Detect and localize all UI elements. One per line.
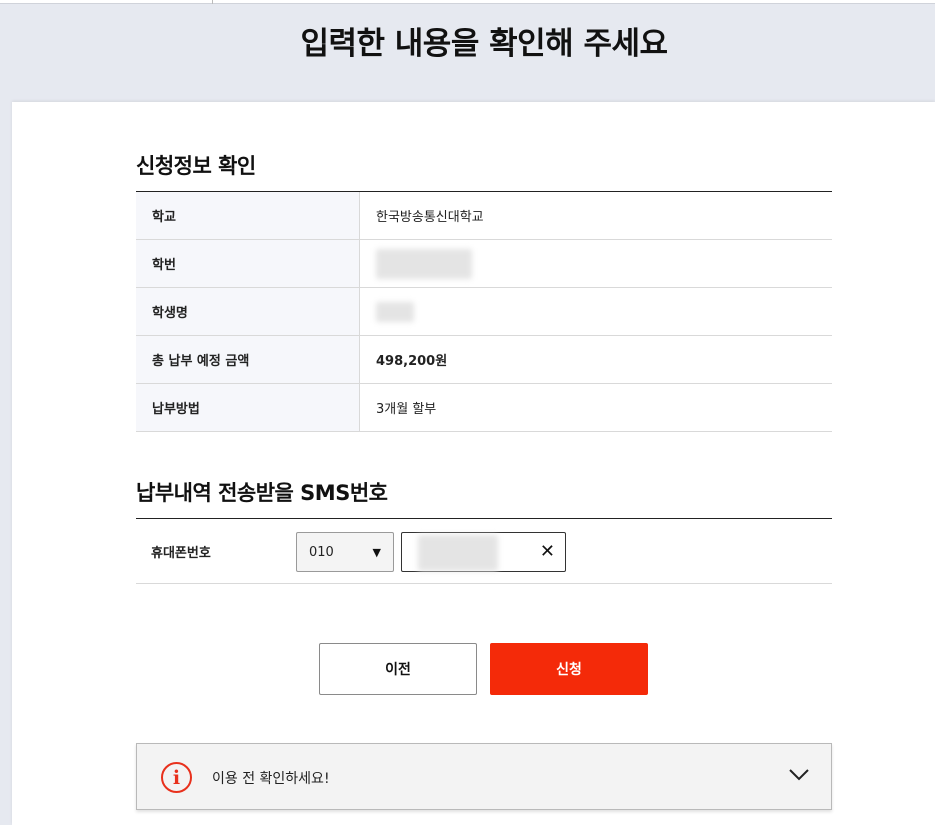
table-row-payment-method: 납부방법 3개월 할부 <box>136 384 832 432</box>
chevron-down-icon <box>789 769 809 781</box>
phone-label: 휴대폰번호 <box>151 546 211 561</box>
prev-button[interactable]: 이전 <box>319 643 477 695</box>
caret-down-icon: ▼ <box>372 545 381 559</box>
row-label: 학번 <box>136 240 360 287</box>
table-row-school: 학교 한국방송통신대학교 <box>136 192 832 240</box>
student-name-value <box>360 288 832 335</box>
row-label: 학교 <box>136 192 360 239</box>
sms-section-title: 납부내역 전송받을 SMS번호 <box>136 481 388 505</box>
payment-method-value: 3개월 할부 <box>376 402 437 417</box>
row-label: 납부방법 <box>136 384 360 431</box>
top-strip <box>0 0 935 4</box>
table-row-total-amount: 총 납부 예정 금액 498,200원 <box>136 336 832 384</box>
row-label: 학생명 <box>136 288 360 335</box>
phone-prefix-value: 010 <box>309 544 334 560</box>
application-info-table: 학교 한국방송통신대학교 학번 학생명 총 납부 예정 금액 498,200원 … <box>136 191 832 432</box>
apply-button[interactable]: 신청 <box>490 643 648 695</box>
notice-accordion[interactable]: i 이용 전 확인하세요! <box>136 743 832 810</box>
table-row-student-id: 학번 <box>136 240 832 288</box>
table-row-student-name: 학생명 <box>136 288 832 336</box>
phone-prefix-select[interactable]: 010 ▼ <box>296 532 394 572</box>
redacted-student-name <box>376 301 414 322</box>
notice-text: 이용 전 확인하세요! <box>212 771 330 787</box>
info-icon: i <box>161 762 192 793</box>
page-title: 입력한 내용을 확인해 주세요 <box>300 26 668 62</box>
close-icon[interactable]: ✕ <box>540 542 555 562</box>
sms-phone-row: 휴대폰번호 010 ▼ ✕ <box>136 518 832 584</box>
redacted-student-id <box>376 248 472 279</box>
total-amount-value: 498,200원 <box>376 354 448 369</box>
phone-number-input[interactable] <box>402 533 532 571</box>
row-label: 총 납부 예정 금액 <box>136 336 360 383</box>
top-strip-divider <box>212 0 213 4</box>
application-info-title: 신청정보 확인 <box>136 154 256 178</box>
school-value: 한국방송통신대학교 <box>376 210 484 225</box>
student-id-value <box>360 240 832 287</box>
phone-number-input-box: ✕ <box>401 532 566 572</box>
